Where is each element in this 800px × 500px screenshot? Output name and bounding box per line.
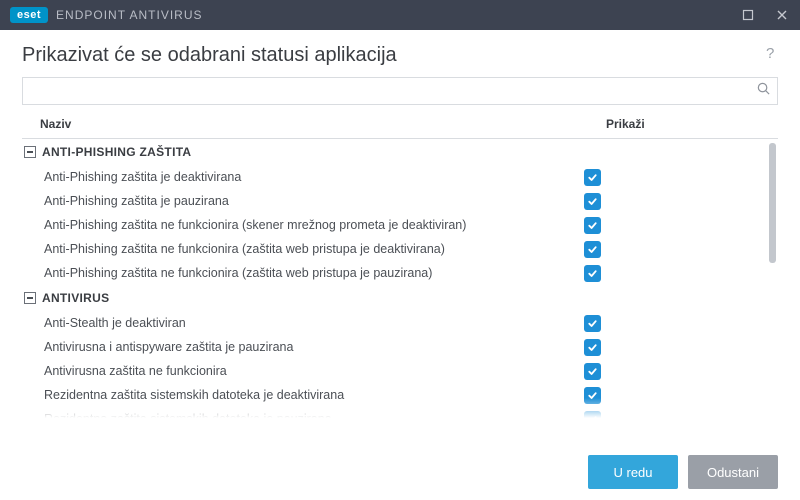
ok-button[interactable]: U redu: [588, 455, 678, 489]
search-wrap: [22, 77, 778, 105]
check-cell: [584, 217, 764, 234]
collapse-toggle[interactable]: [24, 146, 36, 158]
item-row: Antivirusna zaštita ne funkcionira: [22, 359, 764, 383]
content: Naziv Prikaži ANTI-PHISHING ZAŠTITA Anti-…: [0, 77, 800, 419]
show-checkbox[interactable]: [584, 217, 601, 234]
minimize-icon: [742, 9, 754, 21]
item-row: Antivirusna i antispyware zaštita je pau…: [22, 335, 764, 359]
check-cell: [584, 169, 764, 186]
item-label: Anti-Phishing zaštita ne funkcionira (sk…: [22, 218, 584, 232]
show-checkbox[interactable]: [584, 411, 601, 420]
group-row[interactable]: ANTIVIRUS: [22, 285, 764, 311]
check-icon: [587, 318, 598, 329]
window-controls: [740, 7, 790, 23]
item-label: Anti-Stealth je deaktiviran: [22, 316, 584, 330]
column-header-name[interactable]: Naziv: [22, 117, 598, 131]
item-row: Rezidentna zaštita sistemskih datoteka j…: [22, 407, 764, 419]
page-title: Prikazivat će se odabrani statusi aplika…: [22, 44, 397, 67]
item-row: Anti-Phishing zaštita ne funkcionira (za…: [22, 237, 764, 261]
minus-icon: [27, 151, 33, 153]
check-icon: [587, 220, 598, 231]
check-icon: [587, 196, 598, 207]
check-icon: [587, 172, 598, 183]
minus-icon: [27, 297, 33, 299]
item-label: Rezidentna zaštita sistemskih datoteka j…: [22, 412, 584, 419]
check-icon: [587, 268, 598, 279]
cancel-button[interactable]: Odustani: [688, 455, 778, 489]
show-checkbox[interactable]: [584, 363, 601, 380]
check-icon: [587, 342, 598, 353]
close-button[interactable]: [774, 7, 790, 23]
brand-badge: eset: [10, 7, 48, 23]
group-label: ANTIVIRUS: [42, 291, 109, 305]
check-icon: [587, 244, 598, 255]
group-label: ANTI-PHISHING ZAŠTITA: [42, 145, 191, 159]
item-row: Anti-Stealth je deaktiviran: [22, 311, 764, 335]
check-icon: [587, 390, 598, 401]
check-cell: [584, 315, 764, 332]
column-header-show[interactable]: Prikaži: [598, 117, 778, 131]
scrollbar-thumb[interactable]: [769, 143, 776, 263]
titlebar: eset ENDPOINT ANTIVIRUS: [0, 0, 800, 30]
help-icon: ?: [762, 45, 778, 61]
search-icon: [756, 81, 771, 101]
item-label: Anti-Phishing zaštita ne funkcionira (za…: [22, 266, 584, 280]
item-label: Anti-Phishing zaštita ne funkcionira (za…: [22, 242, 584, 256]
footer: U redu Odustani: [0, 444, 800, 500]
item-row: Anti-Phishing zaštita ne funkcionira (za…: [22, 261, 764, 285]
check-cell: [584, 265, 764, 282]
check-cell: [584, 339, 764, 356]
svg-text:?: ?: [766, 45, 774, 61]
show-checkbox[interactable]: [584, 241, 601, 258]
check-icon: [587, 366, 598, 377]
collapse-toggle[interactable]: [24, 292, 36, 304]
item-row: Anti-Phishing zaštita je deaktivirana: [22, 165, 764, 189]
item-label: Rezidentna zaštita sistemskih datoteka j…: [22, 388, 584, 402]
brand: eset ENDPOINT ANTIVIRUS: [10, 7, 203, 23]
search-input[interactable]: [23, 78, 777, 104]
group-row[interactable]: ANTI-PHISHING ZAŠTITA: [22, 139, 764, 165]
check-cell: [584, 241, 764, 258]
check-cell: [584, 387, 764, 404]
show-checkbox[interactable]: [584, 169, 601, 186]
close-icon: [776, 9, 788, 21]
item-row: Anti-Phishing zaštita ne funkcionira (sk…: [22, 213, 764, 237]
show-checkbox[interactable]: [584, 265, 601, 282]
show-checkbox[interactable]: [584, 315, 601, 332]
item-label: Anti-Phishing zaštita je deaktivirana: [22, 170, 584, 184]
help-button[interactable]: ?: [762, 45, 778, 66]
brand-product: ENDPOINT ANTIVIRUS: [56, 8, 202, 22]
show-checkbox[interactable]: [584, 339, 601, 356]
header: Prikazivat će se odabrani statusi aplika…: [0, 30, 800, 77]
rows-container: ANTI-PHISHING ZAŠTITA Anti-Phishing zašti…: [22, 139, 764, 419]
check-cell: [584, 193, 764, 210]
item-label: Antivirusna i antispyware zaštita je pau…: [22, 340, 584, 354]
item-row: Rezidentna zaštita sistemskih datoteka j…: [22, 383, 764, 407]
show-checkbox[interactable]: [584, 193, 601, 210]
table-header: Naziv Prikaži: [22, 109, 778, 139]
check-icon: [587, 414, 598, 420]
item-label: Antivirusna zaštita ne funkcionira: [22, 364, 584, 378]
check-cell: [584, 363, 764, 380]
check-cell: [584, 411, 764, 420]
item-label: Anti-Phishing zaštita je pauzirana: [22, 194, 584, 208]
item-row: Anti-Phishing zaštita je pauzirana: [22, 189, 764, 213]
scroll-area: ANTI-PHISHING ZAŠTITA Anti-Phishing zašti…: [22, 139, 778, 419]
minimize-button[interactable]: [740, 7, 756, 23]
show-checkbox[interactable]: [584, 387, 601, 404]
